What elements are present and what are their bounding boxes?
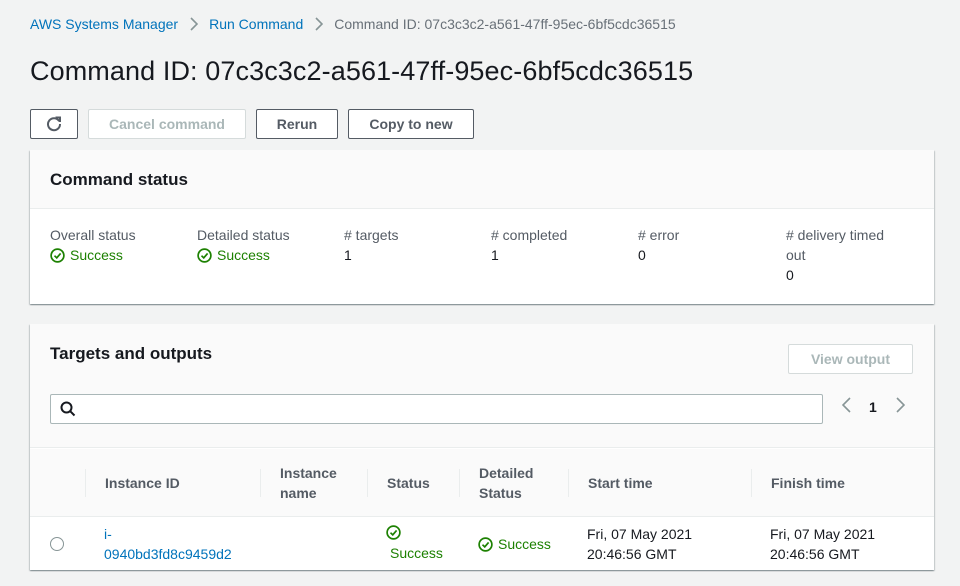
column-start-time-label: Start time: [588, 475, 653, 491]
error-label: # error: [638, 227, 680, 243]
completed-label: # completed: [491, 227, 568, 243]
overall-status-label: Overall status: [50, 227, 136, 243]
delivery-timed-out-count: # delivery timed out 0: [786, 225, 884, 285]
column-instance-id-label: Instance ID: [105, 475, 180, 491]
completed-value: 1: [491, 247, 499, 263]
overall-status-value: Success: [50, 245, 136, 265]
check-circle-icon: [386, 525, 401, 540]
column-detailed-status-label-line2: Status: [479, 485, 522, 501]
rerun-button[interactable]: Rerun: [256, 109, 338, 139]
start-time-cell: Fri, 07 May 2021 20:46:56 GMT: [587, 518, 692, 570]
detailed-status-value: Success: [197, 245, 290, 265]
finish-time-clock: 20:46:56 GMT: [770, 546, 860, 562]
instance-id-link-line1[interactable]: i-: [104, 524, 232, 544]
page-title: Command ID: 07c3c3c2-a561-47ff-95ec-6bf5…: [30, 56, 694, 86]
refresh-button[interactable]: [30, 109, 78, 139]
breadcrumb-link-systems-manager[interactable]: AWS Systems Manager: [30, 16, 178, 32]
search-box: [50, 394, 823, 424]
check-circle-icon: [478, 536, 493, 552]
table-row: i- 0940bd3fd8c9459d2 Success Success Fri…: [30, 518, 934, 570]
next-page-icon[interactable]: [896, 396, 905, 418]
search-icon: [60, 401, 76, 417]
finish-time-cell: Fri, 07 May 2021 20:46:56 GMT: [770, 518, 875, 570]
start-time-clock: 20:46:56 GMT: [587, 546, 677, 562]
finish-time-date: Fri, 07 May 2021: [770, 526, 876, 542]
instance-id-link-line2[interactable]: 0940bd3fd8c9459d2: [104, 544, 232, 564]
check-circle-icon: [197, 247, 212, 263]
detailed-status-cell: Success: [478, 518, 551, 570]
table-header: Instance ID Instance name Status Detaile…: [30, 449, 934, 517]
targets-count: # targets 1: [344, 225, 398, 265]
column-instance-name[interactable]: Instance name: [260, 449, 367, 517]
delivery-timed-out-label-line1: # delivery timed: [786, 227, 885, 243]
chevron-right-icon: [190, 17, 199, 31]
refresh-icon: [47, 116, 62, 132]
check-circle-icon: [50, 247, 65, 263]
completed-count: # completed 1: [491, 225, 567, 265]
column-detailed-status[interactable]: Detailed Status: [459, 449, 568, 517]
breadcrumb-current: Command ID: 07c3c3c2-a561-47ff-95ec-6bf5…: [334, 16, 676, 32]
overall-status-text: Success: [70, 247, 123, 263]
row-select-radio[interactable]: [50, 537, 64, 551]
toolbar: Cancel command Rerun Copy to new: [30, 109, 474, 139]
start-time-date: Fri, 07 May 2021: [587, 526, 693, 542]
previous-page-icon[interactable]: [841, 396, 851, 418]
column-status-label: Status: [387, 475, 430, 491]
delivery-timed-out-value: 0: [786, 267, 794, 283]
column-detailed-status-label-line1: Detailed: [479, 465, 534, 481]
command-status-card: Command status Overall status Success De…: [30, 150, 934, 304]
error-value: 0: [638, 247, 646, 263]
detailed-status-text: Success: [498, 536, 551, 552]
column-status[interactable]: Status: [367, 449, 459, 517]
status-text: Success: [390, 545, 443, 561]
view-output-button[interactable]: View output: [788, 344, 913, 374]
targets-label: # targets: [344, 227, 399, 243]
chevron-right-icon: [315, 17, 324, 31]
command-status-title: Command status: [50, 170, 188, 189]
column-finish-time[interactable]: Finish time: [751, 449, 934, 517]
instance-id-cell[interactable]: i- 0940bd3fd8c9459d2: [104, 518, 232, 570]
column-instance-name-label-line1: Instance: [280, 465, 337, 481]
pagination: 1: [841, 396, 905, 418]
column-instance-name-label-line2: name: [280, 485, 317, 501]
cancel-command-button[interactable]: Cancel command: [88, 109, 246, 139]
copy-to-new-button[interactable]: Copy to new: [348, 109, 474, 139]
row-select-cell: [50, 518, 64, 570]
column-instance-id[interactable]: Instance ID: [85, 449, 260, 517]
status-cell: Success: [386, 518, 443, 570]
breadcrumb: AWS Systems Manager Run Command Command …: [30, 15, 676, 33]
overall-status: Overall status Success: [50, 225, 136, 265]
search-input[interactable]: [82, 396, 822, 422]
column-finish-time-label: Finish time: [771, 475, 845, 491]
column-start-time[interactable]: Start time: [568, 449, 751, 517]
targets-outputs-header: Targets and outputs View output 1: [30, 324, 934, 448]
status-grid: Overall status Success Detailed status S…: [30, 209, 934, 304]
error-count: # error 0: [638, 225, 679, 265]
targets-outputs-card: Targets and outputs View output 1 Instan…: [30, 324, 934, 570]
delivery-timed-out-label-line2: out: [786, 247, 806, 263]
breadcrumb-link-run-command[interactable]: Run Command: [209, 16, 303, 32]
detailed-status-text: Success: [217, 247, 270, 263]
page-number[interactable]: 1: [869, 399, 877, 415]
targets-outputs-title: Targets and outputs: [50, 344, 213, 363]
targets-value: 1: [344, 247, 352, 263]
command-status-header: Command status: [30, 150, 934, 209]
detailed-status-label: Detailed status: [197, 227, 290, 243]
detailed-status: Detailed status Success: [197, 225, 290, 265]
